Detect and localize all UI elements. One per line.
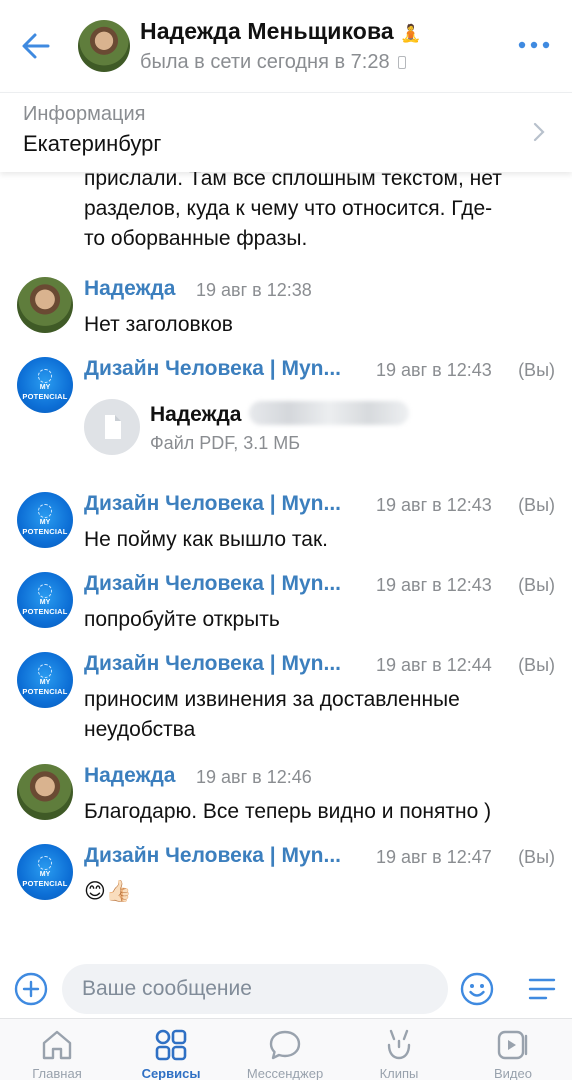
message-author[interactable]: Дизайн Человека | Myn... <box>84 844 341 868</box>
emoji-picker-icon[interactable] <box>460 972 494 1006</box>
author-avatar[interactable]: MY POTENCIAL <box>17 492 73 548</box>
message-text: Нет заголовков <box>84 313 233 336</box>
message-time: 19 авг в 12:46 <box>196 767 312 787</box>
message-text-line: прислали. Там все сплошным текстом, нет <box>84 172 502 190</box>
blurred-text <box>249 401 410 425</box>
message-time: 19 авг в 12:38 <box>196 280 312 300</box>
sent-by-you-label: (Вы) <box>518 847 555 867</box>
back-arrow-icon[interactable] <box>18 28 54 64</box>
tab-label: Мессенджер <box>246 1066 324 1080</box>
message-text: Не пойму как вышло так. <box>84 528 329 551</box>
tab-clips[interactable]: Клипы <box>342 1019 456 1080</box>
brand-logo-icon <box>38 664 52 678</box>
message-time: 19 авг в 12:44 <box>376 655 492 675</box>
message-time: 19 авг в 12:43 <box>376 495 492 515</box>
chat-header: Надежда Меньщикова 🧘 была в сети сегодня… <box>0 0 572 92</box>
message-list[interactable]: прислали. Там все сплошным текстом, нет … <box>0 172 572 962</box>
message-text: приносим извинения за доставленные неудо… <box>84 685 554 745</box>
message-text-line: разделов, куда к чему что относится. Где… <box>84 197 493 220</box>
message-author[interactable]: Дизайн Человека | Myn... <box>84 492 341 516</box>
sent-by-you-label: (Вы) <box>518 575 555 595</box>
message-time: 19 авг в 12:43 <box>376 360 492 380</box>
author-avatar[interactable]: MY POTENCIAL <box>17 572 73 628</box>
video-play-icon <box>497 1030 528 1060</box>
add-attachment-icon[interactable] <box>14 972 48 1006</box>
tab-label: Главная <box>32 1066 82 1080</box>
file-attachment[interactable]: Надежда Файл PDF, 3.1 МБ <box>84 395 504 465</box>
services-grid-icon <box>155 1029 187 1061</box>
message-composer <box>0 962 572 1018</box>
contact-name[interactable]: Надежда Меньщикова 🧘 <box>140 18 422 45</box>
author-avatar[interactable] <box>17 764 73 820</box>
message-text-line: приносим извинения за доставленные <box>84 688 460 711</box>
message-time: 19 авг в 12:47 <box>376 847 492 867</box>
message-author[interactable]: Дизайн Человека | Myn... <box>84 652 341 676</box>
document-file-icon <box>84 399 140 455</box>
brand-logo-icon <box>38 369 52 383</box>
more-options-icon[interactable] <box>518 38 550 52</box>
author-avatar[interactable]: MY POTENCIAL <box>17 844 73 900</box>
message-author[interactable]: Надежда <box>84 277 175 301</box>
sent-by-you-label: (Вы) <box>518 655 555 675</box>
tab-home[interactable]: Главная <box>0 1019 114 1080</box>
file-meta: Файл PDF, 3.1 МБ <box>150 433 301 453</box>
message-emoji: 😊👍🏻 <box>84 880 133 903</box>
clips-icon <box>387 1029 411 1060</box>
message-time: 19 авг в 12:43 <box>376 575 492 595</box>
message-author[interactable]: Дизайн Человека | Myn... <box>84 357 341 381</box>
info-bar[interactable]: Информация Екатеринбург <box>0 92 572 172</box>
bottom-tab-bar: Главная Сервисы Мессенджер Клипы Видео <box>0 1018 572 1080</box>
brand-logo-icon <box>38 584 52 598</box>
message-text-line: неудобства <box>84 718 196 741</box>
sent-by-you-label: (Вы) <box>518 360 555 380</box>
brand-logo-icon <box>38 856 52 870</box>
home-icon <box>42 1030 72 1060</box>
tab-services[interactable]: Сервисы <box>114 1019 228 1080</box>
message-input[interactable] <box>62 964 448 1014</box>
message-author[interactable]: Дизайн Человека | Myn... <box>84 572 341 596</box>
author-avatar[interactable]: MY POTENCIAL <box>17 357 73 413</box>
message-text: попробуйте открыть <box>84 608 280 631</box>
info-label: Информация <box>23 103 146 125</box>
info-city: Екатеринбург <box>23 131 162 156</box>
sent-by-you-label: (Вы) <box>518 495 555 515</box>
tab-label: Видео <box>494 1066 532 1080</box>
brand-logo-icon <box>38 504 52 518</box>
tab-label: Сервисы <box>141 1066 201 1080</box>
tab-label: Клипы <box>379 1066 419 1080</box>
contact-avatar[interactable] <box>78 20 130 72</box>
message-text: Благодарю. Все теперь видно и понятно ) <box>84 800 492 823</box>
tab-video[interactable]: Видео <box>456 1019 570 1080</box>
bot-keyboard-menu-icon[interactable] <box>526 974 558 1004</box>
author-avatar[interactable]: MY POTENCIAL <box>17 652 73 708</box>
chevron-right-icon <box>533 122 545 142</box>
mobile-phone-icon <box>397 56 406 69</box>
author-avatar[interactable] <box>17 277 73 333</box>
message-text-line: то оборванные фразы. <box>84 227 308 250</box>
online-status: была в сети сегодня в 7:28 <box>140 51 406 74</box>
tab-messenger[interactable]: Мессенджер <box>228 1019 342 1080</box>
file-name: Надежда <box>150 401 410 427</box>
chat-bubble-icon <box>269 1030 301 1060</box>
message-author[interactable]: Надежда <box>84 764 175 788</box>
meditation-emoji-icon: 🧘 <box>400 24 422 43</box>
